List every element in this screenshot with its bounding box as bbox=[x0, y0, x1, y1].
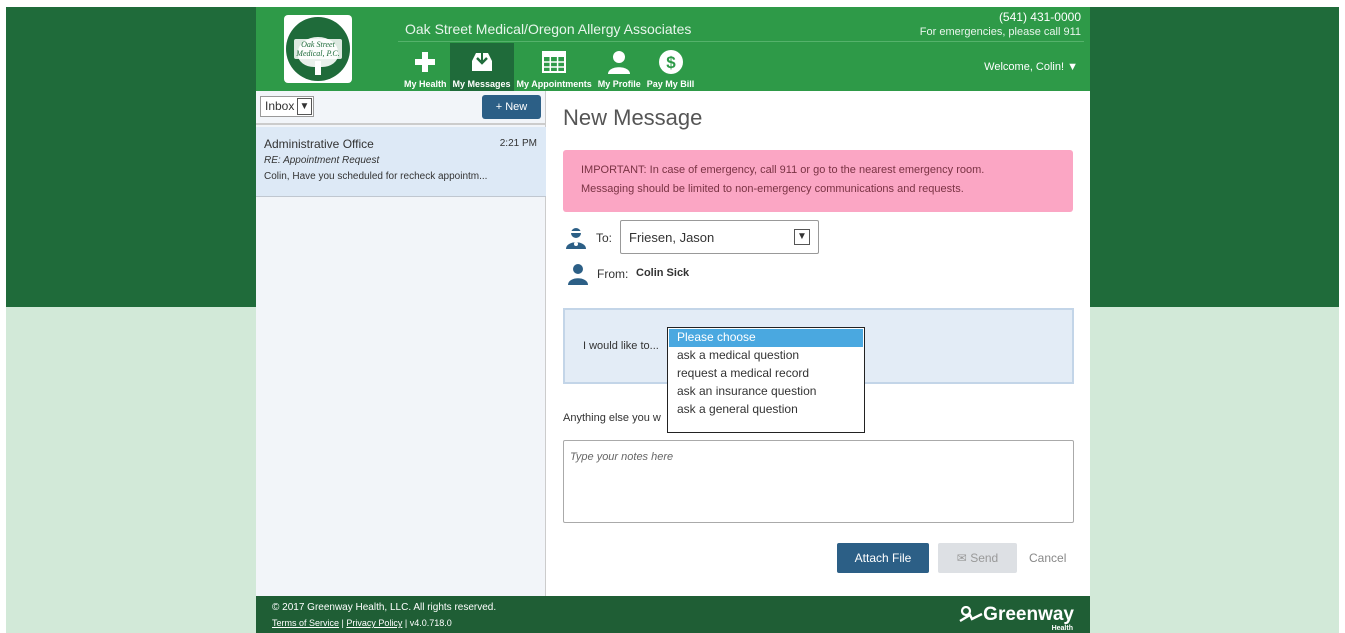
intent-option-medical-record[interactable]: request a medical record bbox=[669, 365, 863, 383]
person-icon bbox=[567, 263, 589, 285]
folder-select[interactable]: Inbox ▼ bbox=[260, 96, 314, 117]
plus-icon bbox=[412, 49, 438, 75]
compose-panel: New Message IMPORTANT: In case of emerge… bbox=[547, 91, 1090, 596]
practice-logo[interactable]: Oak Street Medical, P.C. bbox=[284, 15, 352, 83]
from-value: Colin Sick bbox=[636, 267, 690, 279]
greenway-icon bbox=[959, 606, 983, 623]
nav-my-messages[interactable]: My Messages bbox=[449, 43, 514, 91]
message-preview: Colin, Have you scheduled for recheck ap… bbox=[264, 171, 488, 182]
header-divider bbox=[398, 41, 1084, 42]
intent-label: I would like to... bbox=[583, 340, 659, 352]
message-time: 2:21 PM bbox=[499, 138, 537, 149]
new-message-button[interactable]: + New bbox=[482, 95, 541, 119]
intent-option-insurance-question[interactable]: ask an insurance question bbox=[669, 383, 863, 401]
message-sidebar: Inbox ▼ + New Administrative Office 2:21… bbox=[256, 91, 546, 596]
sidebar-toolbar: Inbox ▼ + New bbox=[256, 91, 546, 125]
emergency-note: For emergencies, please call 911 bbox=[919, 26, 1081, 38]
svg-text:$: $ bbox=[666, 53, 676, 72]
to-row: To: Friesen, Jason ▼ bbox=[563, 219, 963, 255]
nav-my-profile[interactable]: My Profile bbox=[595, 43, 644, 91]
inbox-icon bbox=[469, 49, 495, 75]
from-row: From: Colin Sick bbox=[563, 263, 963, 289]
portal-window: Oak Street Medical, P.C. Oak Street Medi… bbox=[256, 7, 1090, 633]
user-menu[interactable]: Welcome, Colin! ▼ bbox=[984, 61, 1078, 73]
message-subject: RE: Appointment Request bbox=[264, 155, 380, 166]
message-list-item[interactable]: Administrative Office 2:21 PM RE: Appoin… bbox=[256, 127, 546, 197]
version-text: v4.0.718.0 bbox=[409, 618, 452, 628]
to-label: To: bbox=[596, 231, 613, 245]
intent-option-please-choose[interactable]: Please choose bbox=[669, 329, 863, 347]
practice-phone: (541) 431-0000 bbox=[998, 10, 1081, 24]
nav-my-health[interactable]: My Health bbox=[401, 43, 450, 91]
terms-link[interactable]: Terms of Service bbox=[272, 618, 339, 628]
footer-links: Terms of Service | Privacy Policy | v4.0… bbox=[272, 618, 452, 628]
person-icon bbox=[606, 49, 632, 75]
emergency-alert: IMPORTANT: In case of emergency, call 91… bbox=[563, 150, 1073, 212]
calendar-icon bbox=[541, 49, 567, 75]
portal-footer: © 2017 Greenway Health, LLC. All rights … bbox=[256, 596, 1090, 633]
dollar-icon: $ bbox=[658, 49, 684, 75]
main-nav: My Health My Messages My Appointments My… bbox=[401, 43, 697, 91]
tree-icon: Oak Street Medical, P.C. bbox=[286, 17, 350, 81]
intent-dropdown[interactable]: Please choose ask a medical question req… bbox=[667, 327, 865, 433]
practice-name: Oak Street Medical/Oregon Allergy Associ… bbox=[405, 21, 692, 37]
chevron-down-icon: ▼ bbox=[297, 98, 312, 115]
cancel-link[interactable]: Cancel bbox=[1029, 551, 1066, 565]
notes-textarea[interactable]: Type your notes here bbox=[563, 440, 1074, 523]
message-sender: Administrative Office bbox=[264, 137, 374, 151]
greenway-logo: Greenway bbox=[959, 604, 1074, 626]
attach-file-button[interactable]: Attach File bbox=[837, 543, 929, 573]
nav-my-appointments[interactable]: My Appointments bbox=[514, 43, 595, 91]
send-button[interactable]: ✉ Send bbox=[938, 543, 1017, 573]
recipient-select[interactable]: Friesen, Jason ▼ bbox=[620, 220, 819, 254]
nav-pay-my-bill[interactable]: $ Pay My Bill bbox=[644, 43, 698, 91]
notes-label: Anything else you w bbox=[563, 412, 661, 424]
greenway-sub: Health bbox=[1051, 625, 1073, 632]
envelope-icon: ✉ bbox=[956, 551, 967, 565]
copyright-text: © 2017 Greenway Health, LLC. All rights … bbox=[272, 602, 497, 613]
portal-header: Oak Street Medical, P.C. Oak Street Medi… bbox=[256, 7, 1090, 91]
page-title: New Message bbox=[563, 105, 703, 130]
chevron-down-icon: ▼ bbox=[794, 229, 810, 245]
logo-text: Oak Street Medical, P.C. bbox=[294, 39, 342, 59]
intent-option-medical-question[interactable]: ask a medical question bbox=[669, 347, 863, 365]
intent-option-general-question[interactable]: ask a general question bbox=[669, 401, 863, 419]
from-label: From: bbox=[597, 267, 629, 281]
privacy-link[interactable]: Privacy Policy bbox=[346, 618, 402, 628]
doctor-icon bbox=[565, 227, 587, 249]
